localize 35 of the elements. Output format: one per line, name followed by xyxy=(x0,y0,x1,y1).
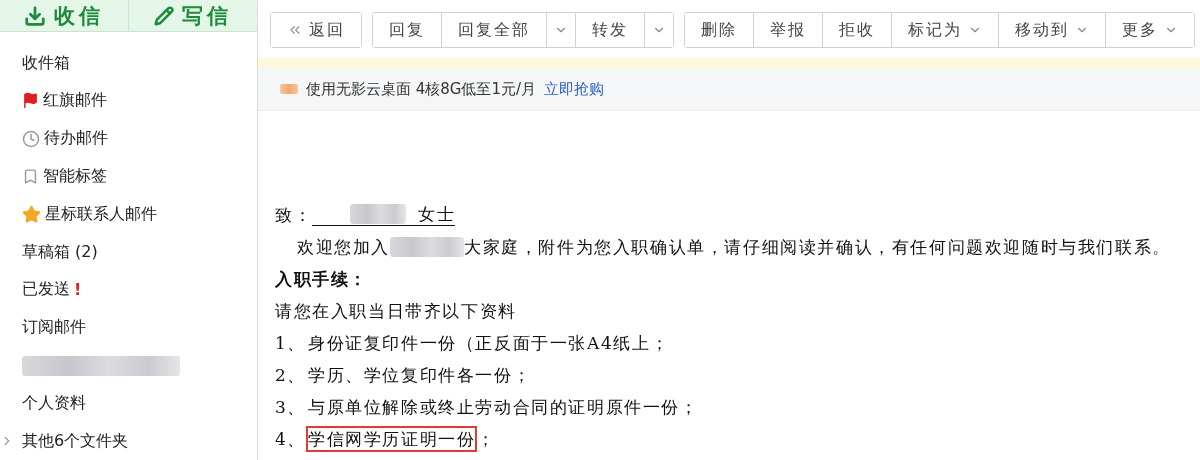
receive-mail-button[interactable]: 收信 xyxy=(0,0,129,32)
toolbar-button[interactable]: 返回 xyxy=(271,13,361,47)
compose-button[interactable]: 写信 xyxy=(129,0,257,32)
greeting-label: 致： xyxy=(275,203,313,227)
list-item: 3、与原单位解除或终止劳动合同的证明原件一份； xyxy=(275,395,700,419)
folder-item[interactable]: 其他6个文件夹 xyxy=(22,430,129,452)
intro-text: 请您在入职当日带齐以下资料 xyxy=(275,299,517,323)
folder-item[interactable]: 红旗邮件 xyxy=(43,90,107,112)
toolbar-button[interactable]: 删除 xyxy=(685,13,754,47)
folder-item[interactable]: 已发送 xyxy=(22,279,70,301)
folder-item[interactable]: 草稿箱 (2) xyxy=(22,241,98,263)
folder-item[interactable]: 收件箱 xyxy=(22,52,70,74)
welcome-text: 大家庭，附件为您入职确认单，请仔细阅读并确认，有任何问题欢迎随时与我们联系。 xyxy=(464,235,1171,259)
folder-item[interactable]: 待办邮件 xyxy=(44,128,108,150)
greeting-title: 女士 xyxy=(418,204,456,224)
alert-mark: ! xyxy=(74,280,82,300)
flag-icon xyxy=(22,92,39,110)
folder-item[interactable]: 星标联系人邮件 xyxy=(45,203,157,225)
folder-item[interactable]: 订阅邮件 xyxy=(22,317,86,339)
list-item: 1、身份证复印件一份（正反面于一张A4纸上； xyxy=(275,331,671,355)
redacted-block xyxy=(350,204,407,224)
section-heading: 入职手续： xyxy=(275,267,368,291)
folder-item[interactable]: 个人资料 xyxy=(22,392,86,414)
ad-icon xyxy=(280,84,298,94)
bookmark-icon xyxy=(22,168,39,185)
star-icon xyxy=(22,204,41,224)
clock-icon xyxy=(22,129,40,148)
toolbar-button[interactable]: 回复 xyxy=(373,13,442,47)
list-item: 2、学历、学位复印件各一份； xyxy=(275,363,533,387)
download-icon xyxy=(24,4,46,27)
folder-item[interactable]: 智能标签 xyxy=(43,166,107,187)
pencil-icon xyxy=(154,5,174,26)
ad-text: 使用无影云桌面 4核8G低至1元/月 xyxy=(306,79,537,99)
welcome-text: 欢迎您加入 xyxy=(297,235,390,259)
ad-link[interactable]: 立即抢购 xyxy=(544,79,605,99)
